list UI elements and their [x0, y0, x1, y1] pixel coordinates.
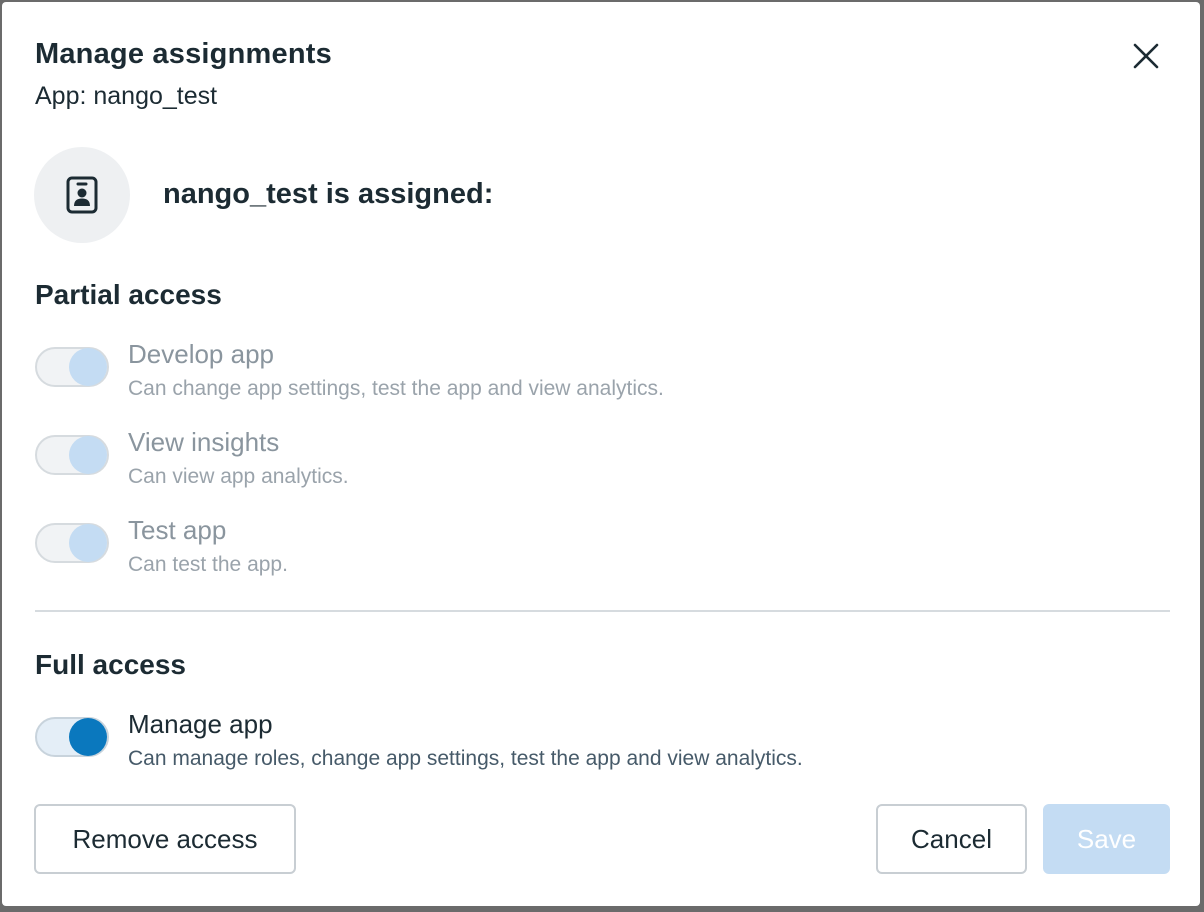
permission-description: Can view app analytics.: [128, 465, 349, 488]
permission-label: Manage app: [128, 709, 273, 739]
close-icon: [1133, 43, 1159, 69]
test-app-toggle[interactable]: [35, 523, 109, 563]
toggle-knob: [69, 718, 107, 756]
manage-app-toggle[interactable]: [35, 717, 109, 757]
remove-access-button[interactable]: Remove access: [34, 804, 296, 874]
id-badge-icon: [66, 176, 98, 214]
permission-description: Can change app settings, test the app an…: [128, 377, 664, 400]
manage-assignments-dialog: Manage assignments App: nango_test nango…: [2, 2, 1200, 906]
toggle-knob: [69, 436, 107, 474]
permission-row-view-insights: View insights Can view app analytics.: [35, 427, 1135, 497]
close-button[interactable]: [1126, 36, 1166, 76]
permission-row-test-app: Test app Can test the app.: [35, 515, 1135, 585]
cancel-button[interactable]: Cancel: [876, 804, 1027, 874]
section-divider: [35, 610, 1170, 612]
assigned-heading: nango_test is assigned:: [163, 178, 494, 210]
develop-app-toggle[interactable]: [35, 347, 109, 387]
save-button[interactable]: Save: [1043, 804, 1170, 874]
view-insights-toggle[interactable]: [35, 435, 109, 475]
avatar: [34, 147, 130, 243]
partial-access-heading: Partial access: [35, 279, 222, 310]
toggle-knob: [69, 348, 107, 386]
dialog-subtitle: App: nango_test: [35, 82, 218, 110]
permission-description: Can test the app.: [128, 553, 288, 576]
permission-row-manage-app: Manage app Can manage roles, change app …: [35, 709, 1135, 779]
permission-description: Can manage roles, change app settings, t…: [128, 747, 803, 770]
toggle-knob: [69, 524, 107, 562]
permission-label: Develop app: [128, 339, 274, 369]
full-access-heading: Full access: [35, 649, 186, 680]
permission-row-develop-app: Develop app Can change app settings, tes…: [35, 339, 1135, 409]
dialog-title: Manage assignments: [35, 38, 332, 70]
permission-label: View insights: [128, 427, 280, 457]
permission-label: Test app: [128, 515, 227, 545]
